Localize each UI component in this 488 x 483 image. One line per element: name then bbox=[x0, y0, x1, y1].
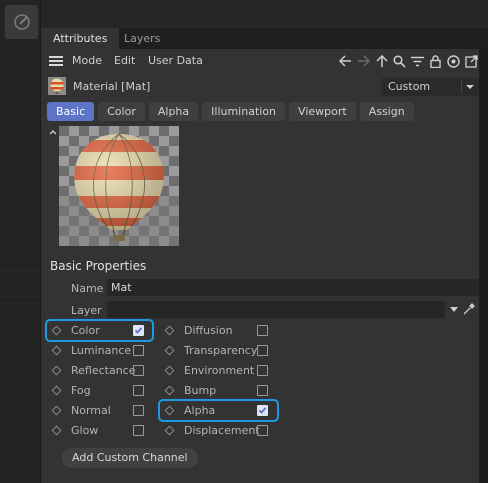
channel-checkbox[interactable] bbox=[133, 385, 144, 396]
channel-label: Transparency bbox=[184, 344, 258, 357]
menu-bar: Mode Edit User Data bbox=[41, 49, 479, 73]
tab-color[interactable]: Color bbox=[98, 102, 145, 121]
channel-label: Environment bbox=[184, 364, 255, 377]
keyframe-diamond-icon[interactable] bbox=[51, 365, 62, 376]
channel-checkbox[interactable] bbox=[133, 365, 144, 376]
tab-viewport[interactable]: Viewport bbox=[289, 102, 356, 121]
mode-dropdown-value: Custom bbox=[388, 80, 431, 93]
lock-icon[interactable] bbox=[428, 52, 443, 70]
divider bbox=[0, 265, 41, 266]
channel-diffusion[interactable]: Diffusion bbox=[164, 322, 276, 340]
panel-tabbar: Attributes Layers bbox=[41, 28, 488, 49]
highlight-alpha-channel bbox=[158, 399, 279, 422]
add-custom-channel-button[interactable]: Add Custom Channel bbox=[62, 448, 198, 468]
layer-chevron-down-icon[interactable] bbox=[450, 307, 458, 313]
back-arrow-icon[interactable] bbox=[338, 52, 353, 70]
menu-user-data[interactable]: User Data bbox=[148, 54, 203, 67]
highlight-color-channel bbox=[45, 319, 154, 342]
name-field-value: Mat bbox=[111, 281, 132, 294]
channel-luminance[interactable]: Luminance bbox=[51, 342, 163, 360]
keyframe-diamond-icon[interactable] bbox=[164, 345, 175, 356]
tab-illumination[interactable]: Illumination bbox=[202, 102, 286, 121]
channel-glow[interactable]: Glow bbox=[51, 422, 163, 440]
new-window-icon[interactable] bbox=[464, 52, 479, 70]
attributes-panel: Mode Edit User Data Material [Mat] Custo… bbox=[41, 49, 479, 483]
material-preview bbox=[59, 126, 179, 246]
keyframe-diamond-icon[interactable] bbox=[51, 345, 62, 356]
channel-label: Displacement bbox=[184, 424, 260, 437]
channel-checkbox[interactable] bbox=[257, 425, 268, 436]
keyframe-diamond-icon[interactable] bbox=[51, 385, 62, 396]
edit-tool-icon bbox=[13, 14, 30, 30]
channel-checkbox[interactable] bbox=[133, 345, 144, 356]
filter-icon[interactable] bbox=[410, 52, 425, 70]
name-label: Name bbox=[71, 282, 104, 295]
channel-transparency[interactable]: Transparency bbox=[164, 342, 276, 360]
search-icon[interactable] bbox=[392, 52, 407, 70]
channel-checkbox[interactable] bbox=[257, 385, 268, 396]
name-field[interactable]: Mat bbox=[107, 279, 479, 296]
channel-label: Diffusion bbox=[184, 324, 233, 337]
channel-checkbox[interactable] bbox=[133, 425, 144, 436]
chevron-down-icon bbox=[466, 85, 474, 89]
divider bbox=[0, 300, 41, 301]
channel-bump[interactable]: Bump bbox=[164, 382, 276, 400]
channel-displacement[interactable]: Displacement bbox=[164, 422, 276, 440]
collapse-arrow-icon[interactable] bbox=[49, 128, 57, 136]
layer-field[interactable] bbox=[107, 301, 445, 318]
menu-mode[interactable]: Mode bbox=[72, 54, 102, 67]
channel-label: Glow bbox=[71, 424, 99, 437]
scrollbar-track[interactable] bbox=[479, 28, 488, 483]
left-toolbar bbox=[0, 0, 41, 483]
material-thumbnail bbox=[48, 77, 66, 95]
channel-environment[interactable]: Environment bbox=[164, 362, 276, 380]
channel-normal[interactable]: Normal bbox=[51, 402, 163, 420]
tab-assign[interactable]: Assign bbox=[359, 102, 414, 121]
forward-arrow-icon[interactable] bbox=[356, 52, 371, 70]
layer-label: Layer bbox=[71, 304, 102, 317]
mode-dropdown[interactable]: Custom bbox=[381, 78, 479, 96]
keyframe-diamond-icon[interactable] bbox=[164, 325, 175, 336]
channel-label: Reflectance bbox=[71, 364, 136, 377]
up-arrow-icon[interactable] bbox=[374, 52, 389, 70]
channel-fog[interactable]: Fog bbox=[51, 382, 163, 400]
tab-alpha[interactable]: Alpha bbox=[148, 102, 199, 121]
tab-layers[interactable]: Layers bbox=[112, 28, 172, 49]
nav-toolbar bbox=[338, 52, 479, 70]
channel-label: Fog bbox=[71, 384, 91, 397]
keyframe-diamond-icon[interactable] bbox=[51, 405, 62, 416]
channel-label: Normal bbox=[71, 404, 111, 417]
property-tabs: Basic Color Alpha Illumination Viewport … bbox=[47, 102, 414, 121]
channel-checkbox[interactable] bbox=[133, 405, 144, 416]
channel-label: Luminance bbox=[71, 344, 132, 357]
target-icon[interactable] bbox=[446, 52, 461, 70]
hamburger-icon[interactable] bbox=[49, 56, 63, 66]
tab-attributes[interactable]: Attributes bbox=[41, 28, 120, 49]
material-title: Material [Mat] bbox=[73, 80, 151, 93]
keyframe-diamond-icon[interactable] bbox=[51, 425, 62, 436]
keyframe-diamond-icon[interactable] bbox=[164, 385, 175, 396]
channel-checkbox[interactable] bbox=[257, 365, 268, 376]
channel-checkbox[interactable] bbox=[257, 345, 268, 356]
keyframe-diamond-icon[interactable] bbox=[164, 365, 175, 376]
eyedropper-icon[interactable] bbox=[462, 302, 476, 316]
channel-label: Bump bbox=[184, 384, 217, 397]
tab-basic[interactable]: Basic bbox=[47, 102, 95, 121]
channel-reflectance[interactable]: Reflectance bbox=[51, 362, 163, 380]
menu-edit[interactable]: Edit bbox=[114, 54, 135, 67]
material-header: Material [Mat] Custom bbox=[41, 77, 479, 97]
keyframe-diamond-icon[interactable] bbox=[164, 425, 175, 436]
channel-checkbox[interactable] bbox=[257, 325, 268, 336]
edit-tool-button[interactable] bbox=[5, 5, 38, 39]
section-title: Basic Properties bbox=[50, 259, 147, 273]
dropdown-separator bbox=[461, 80, 462, 94]
